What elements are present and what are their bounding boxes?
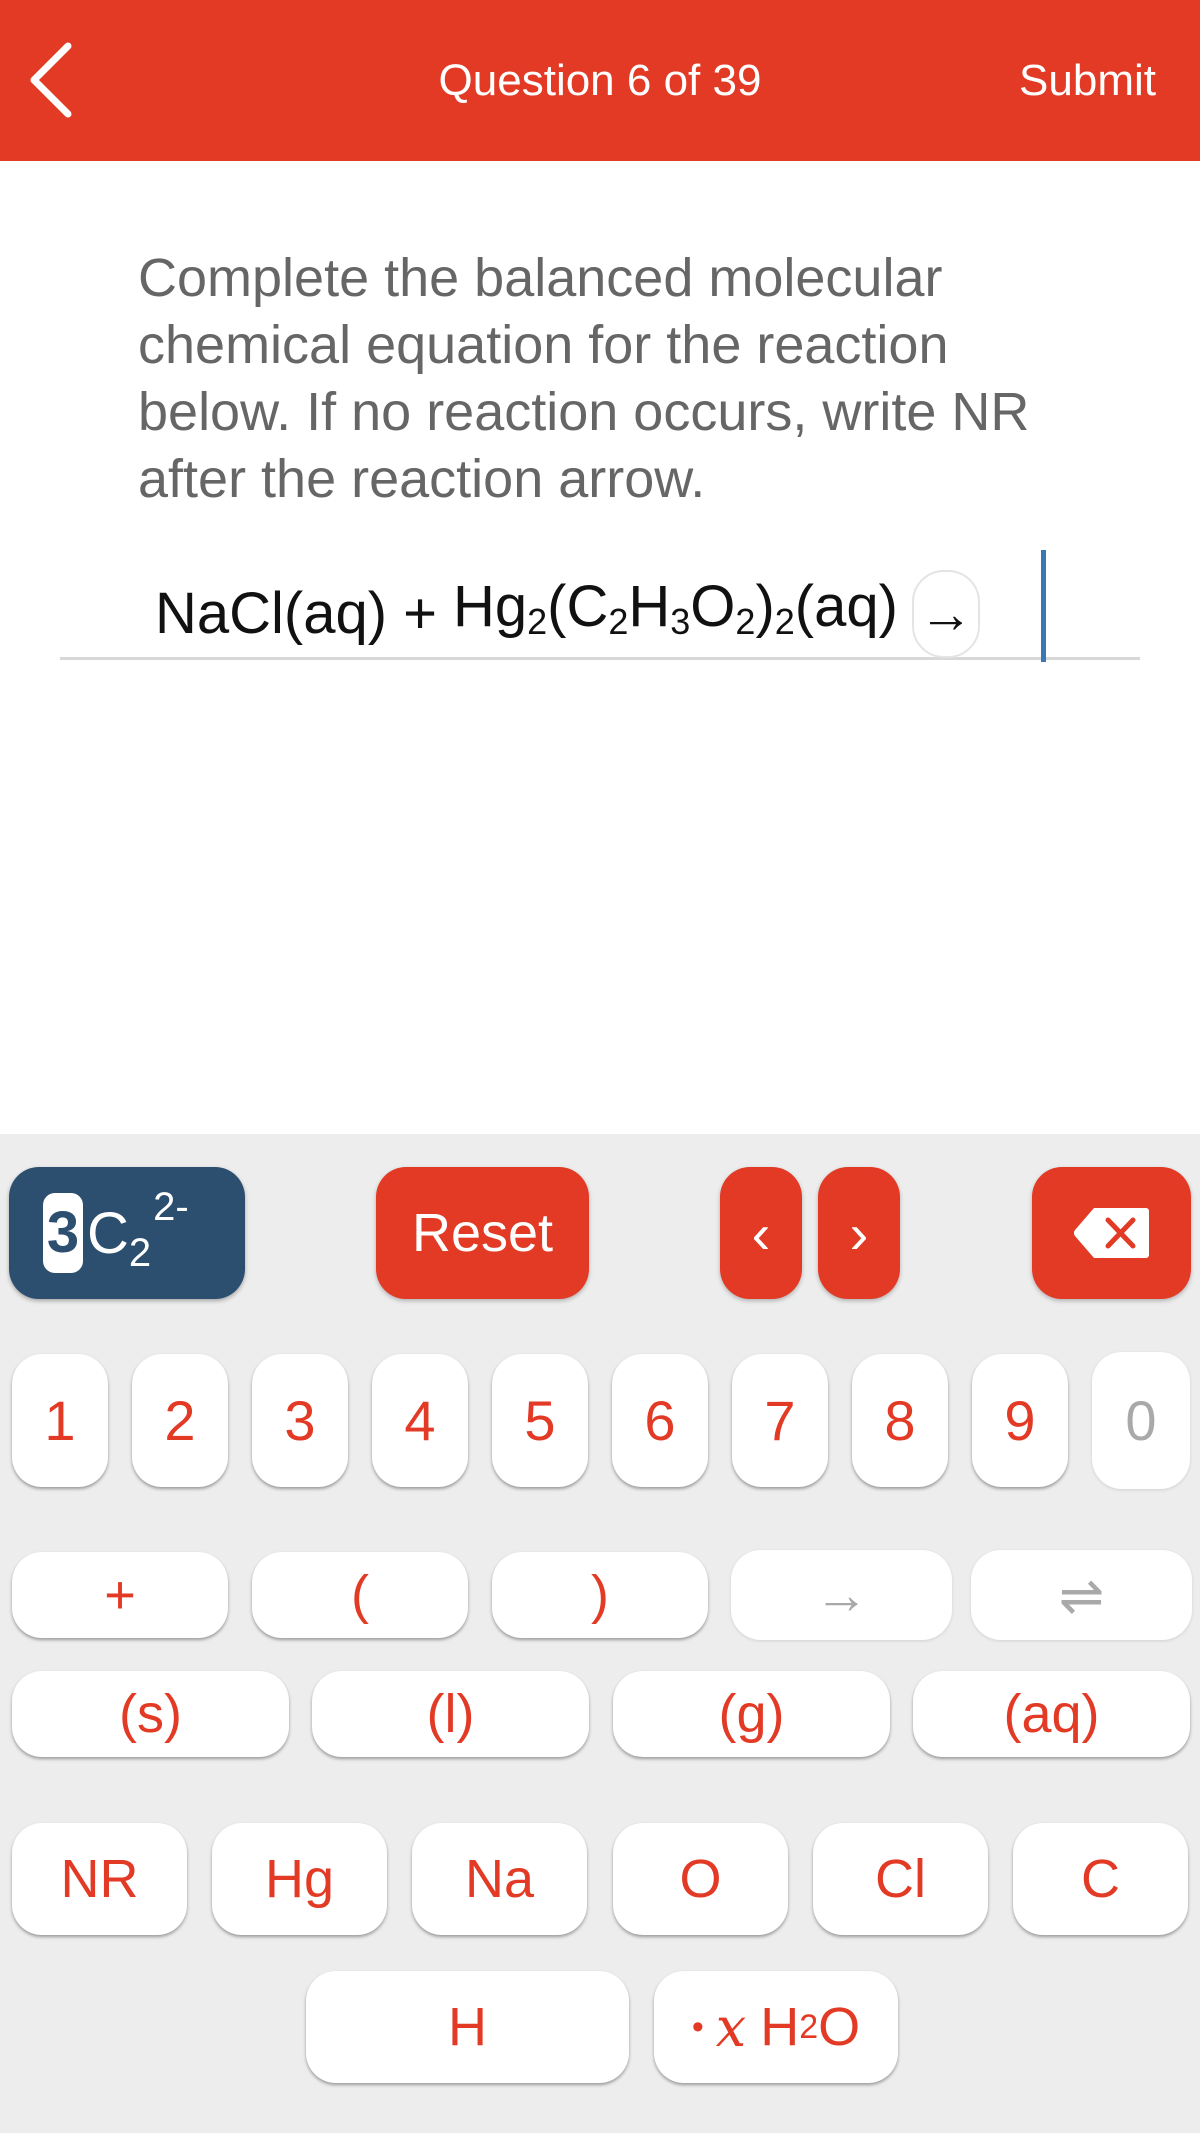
equation-answer-field[interactable]: NaCl(aq) + Hg2(C2H3O2)2(aq) →	[60, 545, 1140, 662]
header-bar: Question 6 of 39 Submit	[0, 0, 1200, 161]
plus-key[interactable]: +	[12, 1552, 228, 1638]
hydrate-water-key[interactable]: • x H2O	[654, 1971, 898, 2083]
submit-button[interactable]: Submit	[1019, 54, 1156, 108]
equilibrium-icon: ⇌	[1058, 1565, 1105, 1626]
element-key-h[interactable]: H	[306, 1971, 629, 2083]
hydrate-subscript: 2	[799, 2007, 819, 2046]
digit-key-1[interactable]: 1	[12, 1354, 108, 1487]
charge-value: 2-	[153, 1184, 189, 1229]
reaction-equation: NaCl(aq) + Hg2(C2H3O2)2(aq) →	[155, 570, 980, 658]
state-liquid-key[interactable]: (l)	[312, 1671, 589, 1757]
hydrate-h: H	[760, 1997, 800, 2057]
digit-key-6[interactable]: 6	[612, 1354, 708, 1487]
digit-key-2[interactable]: 2	[132, 1354, 228, 1487]
digit-key-0[interactable]: 0	[1092, 1352, 1190, 1489]
element-value: C	[87, 1200, 129, 1266]
plus-sign: +	[403, 581, 437, 646]
chemistry-keypad: 3 C 2 2- Reset ‹ › 1 2 3 4 5 6 7 8 9 0 +…	[0, 1134, 1200, 2133]
digit-key-9[interactable]: 9	[972, 1354, 1068, 1487]
digit-key-3[interactable]: 3	[252, 1354, 348, 1487]
digit-key-5[interactable]: 5	[492, 1354, 588, 1487]
state-gas-key[interactable]: (g)	[613, 1671, 890, 1757]
element-key-cl[interactable]: Cl	[813, 1823, 988, 1935]
hydrate-x: x	[715, 1995, 747, 2059]
digit-key-7[interactable]: 7	[732, 1354, 828, 1487]
element-key-na[interactable]: Na	[412, 1823, 587, 1935]
reset-button[interactable]: Reset	[376, 1167, 589, 1299]
hydrate-dot: •	[691, 2007, 704, 2046]
digit-key-4[interactable]: 4	[372, 1354, 468, 1487]
cursor-right-button[interactable]: ›	[818, 1167, 900, 1299]
formula-preview: 3 C 2 2-	[9, 1167, 245, 1299]
element-key-nr[interactable]: NR	[12, 1823, 187, 1935]
state-aqueous-key[interactable]: (aq)	[913, 1671, 1190, 1757]
equilibrium-arrow-key[interactable]: ⇌	[971, 1550, 1192, 1640]
reaction-arrow-chip[interactable]: →	[911, 570, 980, 658]
close-paren-key[interactable]: )	[492, 1552, 708, 1638]
element-key-c[interactable]: C	[1013, 1823, 1188, 1935]
cursor-left-button[interactable]: ‹	[720, 1167, 802, 1299]
backspace-icon	[1073, 1208, 1149, 1258]
reaction-arrow-key[interactable]: →	[731, 1550, 952, 1640]
reactant-nacl: NaCl(aq)	[155, 581, 388, 646]
chevron-right-icon: ›	[849, 1201, 869, 1265]
backspace-button[interactable]	[1032, 1167, 1191, 1299]
question-prompt: Complete the balanced molecular chemical…	[138, 248, 1030, 509]
chevron-left-icon: ‹	[751, 1201, 771, 1265]
subscript-value: 2	[128, 1230, 152, 1275]
arrow-right-icon: →	[814, 1565, 869, 1625]
digit-key-8[interactable]: 8	[852, 1354, 948, 1487]
coefficient-value: 3	[43, 1193, 83, 1273]
text-cursor	[1041, 550, 1046, 662]
element-key-hg[interactable]: Hg	[212, 1823, 387, 1935]
open-paren-key[interactable]: (	[252, 1552, 468, 1638]
hydrate-o: O	[818, 1997, 861, 2057]
element-key-o[interactable]: O	[613, 1823, 788, 1935]
state-solid-key[interactable]: (s)	[12, 1671, 289, 1757]
reactant-hg2-acetate: Hg2(C2H3O2)2(aq)	[452, 573, 898, 642]
